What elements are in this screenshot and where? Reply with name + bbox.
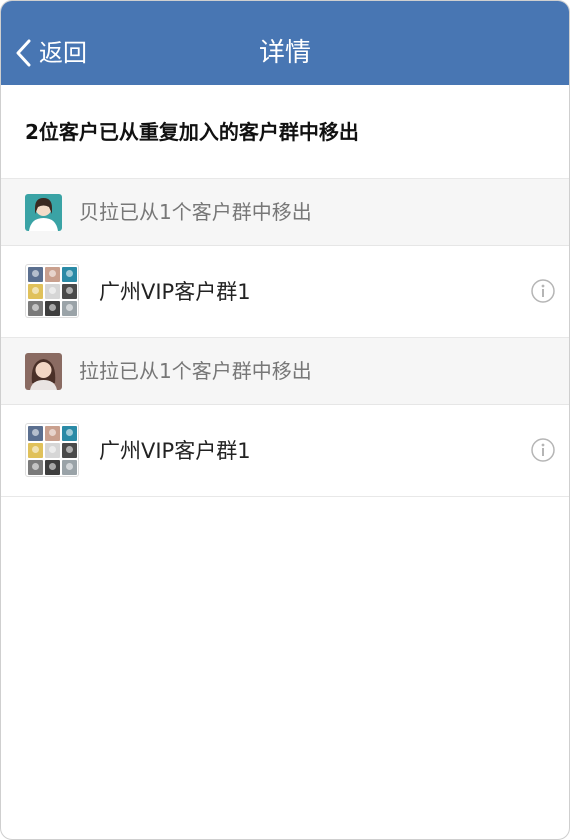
avatar (25, 194, 62, 231)
app-frame: 返回 详情 2位客户已从重复加入的客户群中移出 贝拉已从1个客户群中移出 广州V… (0, 0, 570, 840)
info-circle-icon[interactable] (531, 438, 555, 462)
section-label: 拉拉已从1个客户群中移出 (79, 359, 312, 383)
group-avatar (25, 264, 79, 318)
person-avatar-icon (25, 353, 62, 390)
group-name: 广州VIP客户群1 (99, 280, 251, 304)
section-header-bella: 贝拉已从1个客户群中移出 (1, 179, 569, 246)
group-row[interactable]: 广州VIP客户群1 (1, 246, 569, 338)
section-header-lala: 拉拉已从1个客户群中移出 (1, 338, 569, 405)
summary-text: 2位客户已从重复加入的客户群中移出 (25, 120, 359, 144)
info-circle-icon[interactable] (531, 279, 555, 303)
navigation-bar: 返回 详情 (1, 1, 569, 85)
group-avatar (25, 423, 79, 477)
group-name: 广州VIP客户群1 (99, 439, 251, 463)
person-avatar-icon (25, 194, 62, 231)
avatar (25, 353, 62, 390)
group-row[interactable]: 广州VIP客户群1 (1, 405, 569, 497)
summary-banner: 2位客户已从重复加入的客户群中移出 (1, 85, 569, 179)
page-title: 详情 (258, 38, 311, 68)
section-label: 贝拉已从1个客户群中移出 (79, 200, 312, 224)
